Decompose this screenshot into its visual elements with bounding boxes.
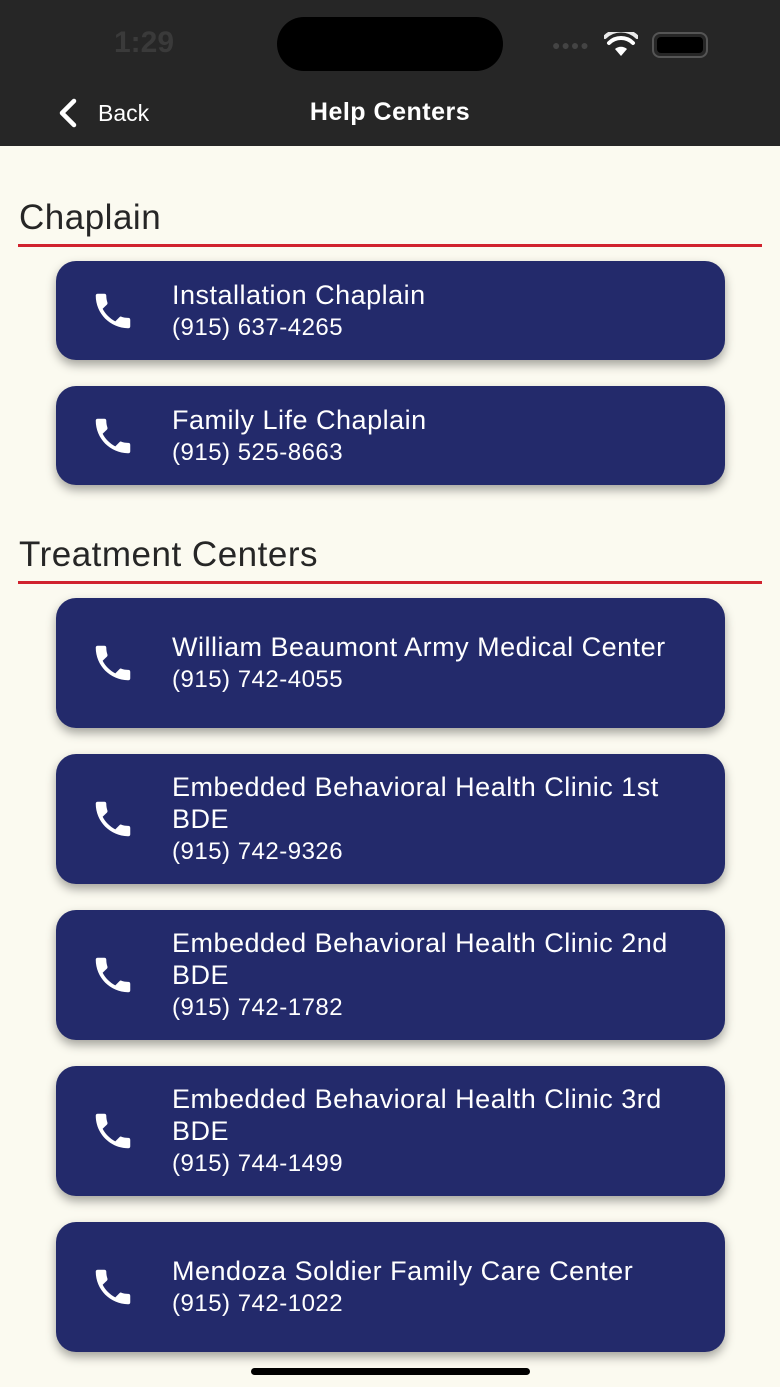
- contact-text: Mendoza Soldier Family Care Center (915)…: [172, 1255, 705, 1319]
- navigation-bar: Back Help Centers: [0, 84, 780, 142]
- phone-icon: [95, 293, 131, 328]
- contact-text: Embedded Behavioral Health Clinic 3rd BD…: [172, 1083, 705, 1179]
- contact-phone: (915) 742-9326: [172, 838, 344, 865]
- section-divider: [18, 581, 762, 584]
- phone-icon: [95, 801, 131, 837]
- contact-card-ebhc-3rd-bde[interactable]: Embedded Behavioral Health Clinic 3rd BD…: [56, 1066, 725, 1196]
- contact-card-mendoza-soldier-family-care[interactable]: Mendoza Soldier Family Care Center (915)…: [56, 1222, 725, 1352]
- phone-icon: [95, 957, 131, 993]
- contact-name: Installation Chaplain: [172, 279, 426, 310]
- section-title-chaplain: Chaplain: [19, 198, 162, 237]
- contact-card-ebhc-2nd-bde[interactable]: Embedded Behavioral Health Clinic 2nd BD…: [56, 910, 725, 1040]
- phone-icon: [95, 1113, 131, 1149]
- contact-name: Embedded Behavioral Health Clinic 3rd BD…: [172, 1084, 662, 1146]
- contact-phone: (915) 525-8663: [172, 438, 344, 466]
- contact-card-william-beaumont[interactable]: William Beaumont Army Medical Center (91…: [56, 598, 725, 728]
- contact-text: Embedded Behavioral Health Clinic 1st BD…: [172, 771, 705, 867]
- contact-text: Family Life Chaplain (915) 525-8663: [172, 404, 705, 468]
- home-indicator[interactable]: [251, 1368, 530, 1375]
- contact-text: William Beaumont Army Medical Center (91…: [172, 631, 705, 695]
- contact-phone: (915) 742-1022: [172, 1290, 344, 1317]
- contact-card-family-life-chaplain[interactable]: Family Life Chaplain (915) 525-8663: [56, 386, 725, 485]
- battery-icon: [651, 32, 708, 58]
- contact-text: Installation Chaplain (915) 637-4265: [172, 279, 705, 343]
- dynamic-island: [277, 17, 503, 71]
- contact-phone: (915) 744-1499: [172, 1150, 344, 1177]
- status-time: 1:29: [114, 26, 175, 59]
- contact-name: Embedded Behavioral Health Clinic 1st BD…: [172, 772, 659, 834]
- contact-phone: (915) 742-4055: [172, 666, 344, 693]
- contact-name: Embedded Behavioral Health Clinic 2nd BD…: [172, 928, 668, 990]
- contact-card-ebhc-1st-bde[interactable]: Embedded Behavioral Health Clinic 1st BD…: [56, 754, 725, 884]
- status-icons: ●●●●: [552, 30, 708, 60]
- contact-phone: (915) 742-1782: [172, 994, 344, 1021]
- contact-name: Family Life Chaplain: [172, 404, 427, 435]
- wifi-icon: [603, 32, 638, 56]
- section-divider: [18, 244, 762, 247]
- phone-icon: [95, 1269, 131, 1305]
- contact-name: Mendoza Soldier Family Care Center: [172, 1256, 634, 1286]
- contact-phone: (915) 637-4265: [172, 313, 344, 341]
- contact-text: Embedded Behavioral Health Clinic 2nd BD…: [172, 927, 705, 1023]
- top-bar: 1:29 ●●●● Back Help Centers: [0, 0, 780, 146]
- section-title-treatment-centers: Treatment Centers: [19, 535, 318, 574]
- contact-card-installation-chaplain[interactable]: Installation Chaplain (915) 637-4265: [56, 261, 725, 360]
- cellular-signal-icon: ●●●●: [552, 37, 590, 53]
- phone-icon: [95, 645, 131, 681]
- phone-icon: [95, 418, 131, 453]
- page-title: Help Centers: [309, 98, 471, 126]
- contact-name: William Beaumont Army Medical Center: [172, 632, 666, 662]
